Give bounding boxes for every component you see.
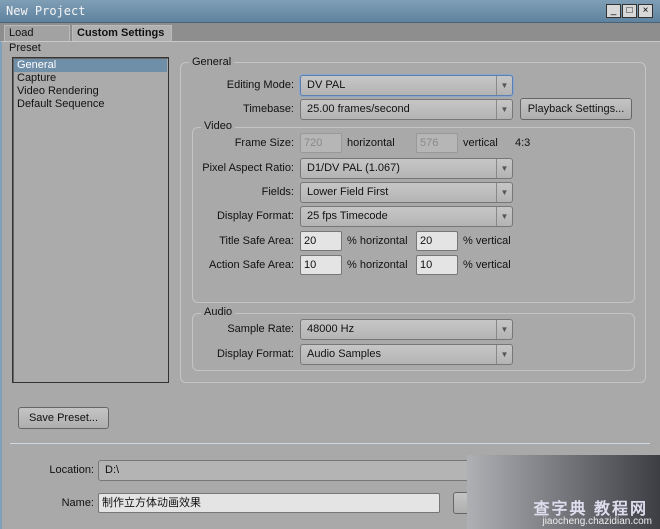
action-safe-vertical-input[interactable]: 10	[416, 255, 458, 275]
pixel-aspect-ratio-label: Pixel Aspect Ratio:	[202, 162, 294, 174]
chevron-down-icon: ▼	[496, 100, 512, 119]
pixel-aspect-ratio-dropdown[interactable]: D1/DV PAL (1.067) ▼	[300, 158, 513, 179]
pct-horizontal-label: % horizontal	[347, 235, 408, 247]
chevron-down-icon: ▼	[496, 345, 512, 364]
frame-height-input[interactable]: 576	[416, 133, 458, 153]
name-label: Name:	[61, 497, 94, 509]
close-button[interactable]: ×	[638, 4, 653, 18]
frame-width-input[interactable]: 720	[300, 133, 342, 153]
chevron-down-icon: ▼	[496, 183, 512, 202]
video-group-label: Video	[201, 120, 235, 132]
window-title: New Project	[6, 4, 86, 18]
maximize-button[interactable]: □	[622, 4, 637, 18]
title-safe-vertical-input[interactable]: 20	[416, 231, 458, 251]
sample-rate-value: 48000 Hz	[307, 323, 355, 335]
chevron-down-icon: ▼	[496, 320, 512, 339]
location-field[interactable]: D:\	[98, 460, 470, 481]
fields-value: Lower Field First	[307, 186, 389, 198]
action-safe-label: Action Safe Area:	[209, 259, 294, 271]
fields-dropdown[interactable]: Lower Field First ▼	[300, 182, 513, 203]
title-safe-label: Title Safe Area:	[219, 235, 294, 247]
editing-mode-label: Editing Mode:	[226, 79, 294, 91]
vertical-label: vertical	[463, 137, 498, 149]
action-safe-horizontal-input[interactable]: 10	[300, 255, 342, 275]
title-bar	[0, 0, 660, 23]
tab-load-preset[interactable]: Load Preset	[4, 25, 70, 54]
fields-label: Fields:	[261, 186, 294, 198]
editing-mode-dropdown[interactable]: DV PAL ▼	[300, 75, 513, 96]
title-safe-horizontal-input[interactable]: 20	[300, 231, 342, 251]
audio-display-format-value: Audio Samples	[307, 348, 381, 360]
pct-horizontal-label: % horizontal	[347, 259, 408, 271]
timebase-value: 25.00 frames/second	[307, 103, 410, 115]
minimize-button[interactable]: _	[606, 4, 621, 18]
horizontal-label: horizontal	[347, 137, 395, 149]
chevron-down-icon: ▼	[496, 207, 512, 226]
save-preset-button[interactable]: Save Preset...	[18, 407, 109, 429]
editing-mode-value: DV PAL	[307, 79, 346, 91]
audio-display-format-dropdown[interactable]: Audio Samples ▼	[300, 344, 513, 365]
audio-group-label: Audio	[201, 306, 236, 318]
video-display-format-label: Display Format:	[216, 210, 294, 222]
chevron-down-icon: ▼	[496, 159, 512, 178]
pct-vertical-label: % vertical	[463, 259, 511, 271]
aspect-ratio-text: 4:3	[515, 137, 531, 149]
timebase-dropdown[interactable]: 25.00 frames/second ▼	[300, 99, 513, 120]
location-label: Location:	[49, 464, 94, 476]
timebase-label: Timebase:	[243, 103, 294, 115]
video-display-format-dropdown[interactable]: 25 fps Timecode ▼	[300, 206, 513, 227]
chevron-down-icon: ▼	[496, 76, 512, 95]
playback-settings-button[interactable]: Playback Settings...	[520, 98, 632, 120]
pct-vertical-label: % vertical	[463, 235, 511, 247]
watermark-url: jiaocheng.chazidian.com	[542, 516, 652, 527]
name-input[interactable]: 制作立方体动画效果	[98, 493, 440, 513]
audio-display-format-label: Display Format:	[216, 348, 294, 360]
sample-rate-label: Sample Rate:	[227, 323, 294, 335]
sample-rate-dropdown[interactable]: 48000 Hz ▼	[300, 319, 513, 340]
par-value: D1/DV PAL (1.067)	[307, 162, 400, 174]
divider	[10, 443, 650, 444]
general-group-label: General	[189, 56, 235, 68]
video-display-format-value: 25 fps Timecode	[307, 210, 388, 222]
watermark: 查字典 教程网 jiaocheng.chazidian.com	[467, 455, 660, 529]
tab-custom-settings[interactable]: Custom Settings	[72, 25, 172, 41]
nav-item-general[interactable]: General	[14, 59, 167, 72]
frame-size-label: Frame Size:	[234, 137, 294, 149]
